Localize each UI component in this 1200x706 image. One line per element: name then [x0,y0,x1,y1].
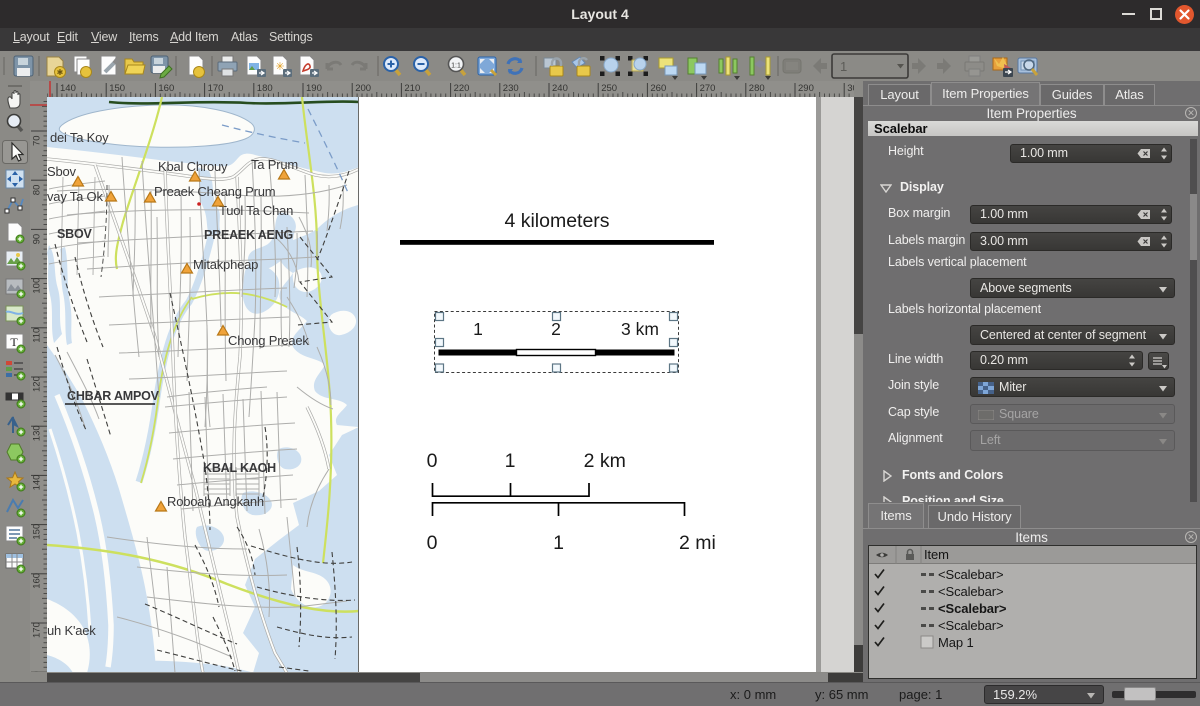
svg-text:290: 290 [798,83,814,94]
svg-text:1:1: 1:1 [451,63,461,70]
svg-text:190: 190 [306,83,322,94]
svg-text:180: 180 [32,671,43,672]
svg-text:Kbal Chrouy: Kbal Chrouy [158,159,228,174]
svg-text:260: 260 [650,83,666,94]
svg-text:CHBAR AMPOV: CHBAR AMPOV [67,389,160,403]
svg-text:70: 70 [32,135,43,146]
svg-text:Map 1: Map 1 [938,635,974,650]
svg-text:dei Ta Koy: dei Ta Koy [50,130,109,145]
svg-text:170: 170 [32,622,43,638]
svg-text:<Scalebar>: <Scalebar> [938,584,1004,599]
svg-text:220: 220 [454,83,470,94]
svg-text:80: 80 [32,185,43,196]
svg-text:<Scalebar>: <Scalebar> [938,567,1004,582]
svg-text:120: 120 [32,376,43,392]
svg-text:KBAL KAOH: KBAL KAOH [203,461,276,475]
svg-text:PREAEK AENG: PREAEK AENG [204,228,293,242]
svg-text:3 km: 3 km [621,319,659,339]
svg-text:210: 210 [404,83,420,94]
svg-text:2 km: 2 km [584,450,626,472]
svg-text:150: 150 [32,524,43,540]
svg-text:0: 0 [427,532,438,554]
svg-text:✱: ✱ [57,68,64,77]
svg-text:180: 180 [257,83,273,94]
svg-text:110: 110 [32,328,43,343]
svg-text:0: 0 [427,450,438,472]
svg-text:160: 160 [158,83,174,94]
svg-text:2: 2 [551,319,561,339]
svg-text:Sbov: Sbov [47,164,77,179]
svg-text:4 kilometers: 4 kilometers [504,210,609,232]
svg-text:1: 1 [505,450,516,472]
svg-text:300: 300 [847,83,854,94]
svg-text:Tuol Ta Chan: Tuol Ta Chan [219,203,293,218]
svg-text:1: 1 [473,319,483,339]
svg-text:90: 90 [32,234,43,245]
svg-text:<Scalebar>: <Scalebar> [938,601,1007,616]
svg-text:<Scalebar>: <Scalebar> [938,618,1004,633]
svg-text:130: 130 [32,425,43,441]
svg-text:240: 240 [552,83,568,94]
svg-text:280: 280 [749,83,765,94]
svg-text:uh K'aek: uh K'aek [47,623,96,638]
svg-text:Roboah Angkanh: Roboah Angkanh [167,494,264,509]
svg-text:vay Ta Ok: vay Ta Ok [47,189,103,204]
svg-text:230: 230 [503,83,519,94]
svg-text:150: 150 [109,83,125,94]
svg-text:170: 170 [208,83,224,94]
svg-text:Item: Item [924,547,949,562]
svg-text:Chong Preaek: Chong Preaek [228,333,309,348]
svg-text:200: 200 [355,83,371,94]
svg-text:140: 140 [32,475,43,491]
svg-text:140: 140 [60,83,76,94]
svg-text:Ta Prum: Ta Prum [251,157,298,172]
svg-text:250: 250 [601,83,617,94]
svg-text:160: 160 [32,573,43,589]
svg-text:1: 1 [840,59,847,74]
svg-text:100: 100 [32,278,43,294]
svg-text:1: 1 [553,532,564,554]
svg-text:Preaek Cheang Prum: Preaek Cheang Prum [154,184,275,199]
svg-text:270: 270 [700,83,716,94]
svg-text:2 mi: 2 mi [679,532,716,554]
svg-text:SBOV: SBOV [57,227,92,241]
svg-text:Mitakpheap: Mitakpheap [193,257,258,272]
